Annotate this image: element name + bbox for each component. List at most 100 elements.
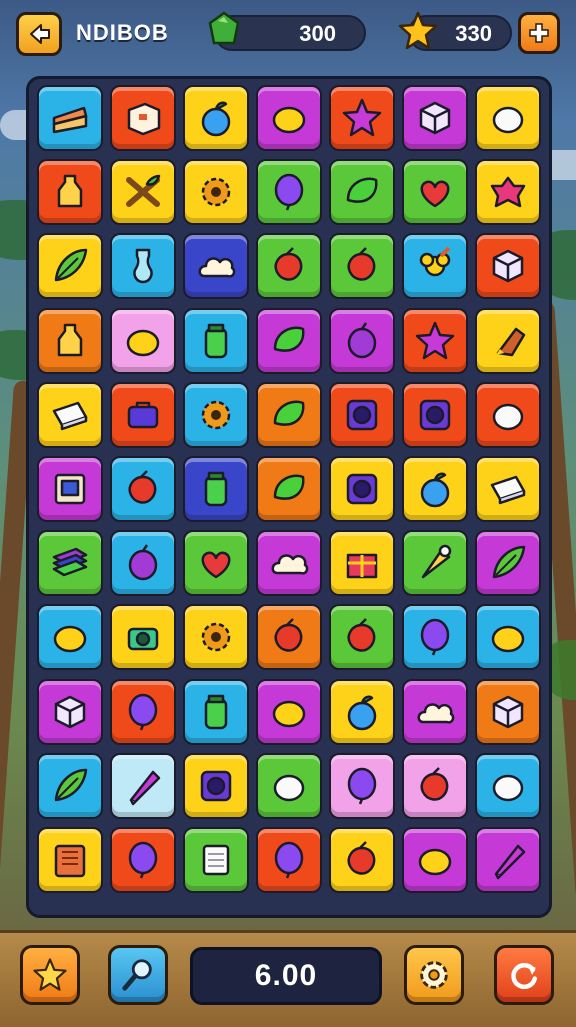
balloon-icon (128, 841, 158, 879)
board-tile[interactable] (329, 678, 395, 745)
board-tile[interactable] (183, 530, 249, 597)
board-tile[interactable] (110, 456, 176, 522)
board-tile[interactable] (329, 159, 395, 226)
board-tile[interactable] (329, 827, 395, 893)
add-currency-button[interactable] (518, 12, 560, 54)
board-tile[interactable] (329, 381, 395, 448)
board-tile[interactable] (256, 752, 322, 819)
board-tile[interactable] (329, 752, 395, 819)
board-tile[interactable] (402, 530, 468, 597)
board-tile[interactable] (37, 159, 103, 226)
board-tile[interactable] (402, 381, 468, 448)
board-tile[interactable] (475, 159, 541, 226)
board-tile[interactable] (110, 604, 176, 671)
board-tile[interactable] (256, 456, 322, 522)
board-tile[interactable] (37, 604, 103, 671)
bottle-icon (57, 174, 83, 208)
board-tile[interactable] (183, 159, 249, 226)
board-tile[interactable] (37, 307, 103, 374)
lemon-icon (126, 329, 160, 356)
star-count: 330 (455, 21, 492, 46)
star-booster-button[interactable] (20, 945, 80, 1005)
board-tile[interactable] (256, 530, 322, 597)
board-tile[interactable] (402, 233, 468, 300)
board-tile[interactable] (37, 85, 103, 151)
board-tile[interactable] (37, 233, 103, 300)
balloon-icon (420, 619, 450, 656)
board-tile[interactable] (37, 678, 103, 745)
board-tile[interactable] (329, 604, 395, 671)
board-tile[interactable] (402, 85, 468, 151)
board-tile[interactable] (183, 233, 249, 300)
hint-button[interactable] (108, 945, 168, 1005)
board-tile[interactable] (37, 381, 103, 448)
board-tile[interactable] (256, 159, 322, 226)
board-tile[interactable] (183, 678, 249, 745)
board-tile[interactable] (37, 456, 103, 522)
leaf-icon (54, 768, 88, 802)
board-tile[interactable] (475, 456, 541, 522)
gear-icon (201, 623, 231, 652)
board-tile[interactable] (475, 827, 541, 893)
board-tile[interactable] (37, 530, 103, 597)
board-tile[interactable] (402, 456, 468, 522)
board-tile[interactable] (183, 604, 249, 671)
jar-icon (204, 323, 228, 358)
board-tile[interactable] (183, 827, 249, 893)
board-tile[interactable] (37, 827, 103, 893)
board-tile[interactable] (110, 85, 176, 151)
board-tile[interactable] (183, 456, 249, 522)
board-tile[interactable] (110, 530, 176, 597)
board-tile[interactable] (402, 604, 468, 671)
game-board (26, 76, 552, 918)
board-tile[interactable] (329, 530, 395, 597)
board-tile[interactable] (256, 307, 322, 374)
board-tile[interactable] (475, 233, 541, 300)
board-tile[interactable] (475, 752, 541, 819)
board-tile[interactable] (256, 233, 322, 300)
board-tile[interactable] (183, 85, 249, 151)
restart-button[interactable] (494, 945, 554, 1005)
board-tile[interactable] (110, 233, 176, 300)
board-tile[interactable] (329, 233, 395, 300)
board-tile[interactable] (475, 307, 541, 374)
board-tile[interactable] (475, 678, 541, 745)
board-tile[interactable] (329, 85, 395, 151)
board-tile[interactable] (402, 307, 468, 374)
board-tile[interactable] (402, 752, 468, 819)
board-tile[interactable] (402, 159, 468, 226)
board-tile[interactable] (402, 827, 468, 893)
lemon-icon (491, 626, 525, 653)
board-tile[interactable] (256, 381, 322, 448)
pen-icon (129, 770, 161, 806)
board-tile[interactable] (329, 307, 395, 374)
board-tile[interactable] (110, 678, 176, 745)
board-tile[interactable] (475, 530, 541, 597)
leaf-icon (54, 249, 88, 282)
board-tile[interactable] (110, 159, 176, 226)
gear-icon (201, 177, 231, 207)
settings-button[interactable] (404, 945, 464, 1005)
board-tile[interactable] (256, 604, 322, 671)
back-button[interactable] (16, 12, 62, 56)
board-tile[interactable] (475, 381, 541, 448)
board-tile[interactable] (402, 678, 468, 745)
board-tile[interactable] (329, 456, 395, 522)
jar-icon (204, 694, 228, 729)
balloon-icon (128, 693, 158, 731)
board-tile[interactable] (475, 604, 541, 671)
board-tile[interactable] (110, 827, 176, 893)
board-tile[interactable] (183, 381, 249, 448)
board-tile[interactable] (110, 381, 176, 448)
board-tile[interactable] (110, 752, 176, 819)
board-tile[interactable] (256, 827, 322, 893)
board-tile[interactable] (256, 85, 322, 151)
board-tile[interactable] (256, 678, 322, 745)
board-tile[interactable] (183, 752, 249, 819)
lemon-icon (418, 848, 452, 876)
cloud-icon (198, 257, 236, 278)
board-tile[interactable] (475, 85, 541, 151)
board-tile[interactable] (110, 307, 176, 374)
board-tile[interactable] (183, 307, 249, 374)
board-tile[interactable] (37, 752, 103, 819)
